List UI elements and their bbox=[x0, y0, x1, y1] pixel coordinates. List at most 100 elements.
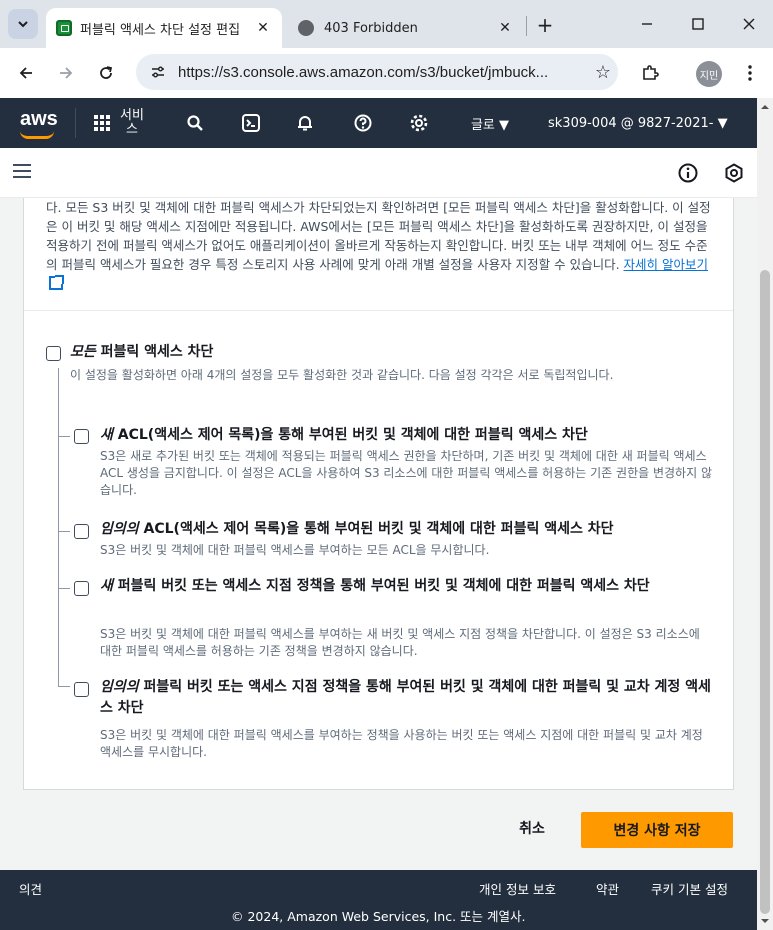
close-icon bbox=[743, 18, 755, 30]
aws-top-nav: aws 서비스 글로 ▼ sk309-004 @ 9827-2021- ▼ bbox=[0, 98, 757, 148]
close-window-button[interactable] bbox=[734, 12, 764, 36]
option-title-rest: ACL(액세스 제어 목록)을 통해 부여된 버킷 및 객체에 대한 퍼블릭 액… bbox=[138, 521, 614, 537]
tree-branch bbox=[58, 436, 70, 437]
grid-icon bbox=[94, 115, 110, 131]
option-title-rest: ACL(액세스 제어 목록)을 통해 부여된 버킷 및 객체에 대한 퍼블릭 액… bbox=[112, 427, 588, 443]
forward-button[interactable] bbox=[52, 59, 80, 87]
option-title-rest: 퍼블릭 버킷 또는 액세스 지점 정책을 통해 부여된 버킷 및 객체에 대한 … bbox=[100, 679, 711, 716]
option-any-acl-title[interactable]: 임의의 ACL(액세스 제어 목록)을 통해 부여된 버킷 및 객체에 대한 퍼… bbox=[100, 519, 700, 540]
region-selector[interactable]: 글로 ▼ bbox=[460, 98, 520, 148]
option-new-policy-description: S3은 버킷 및 객체에 대한 퍼블릭 액세스를 부여하는 새 버킷 및 액세스… bbox=[100, 627, 700, 658]
learn-more-label: 자세히 알아보기 bbox=[623, 257, 709, 272]
search-icon bbox=[187, 115, 203, 131]
scroll-down-arrow-icon[interactable] bbox=[757, 914, 773, 928]
cancel-button[interactable]: 취소 bbox=[507, 811, 557, 845]
terms-link[interactable]: 약관 bbox=[596, 879, 619, 898]
intro-text: 다. 모든 S3 버킷 및 객체에 대한 퍼블릭 액세스가 차단되었는지 확인하… bbox=[46, 200, 711, 272]
option-any-acl-checkbox[interactable] bbox=[74, 524, 89, 539]
cookie-preferences-link[interactable]: 쿠키 기본 설정 bbox=[651, 879, 728, 898]
bookmark-star-icon[interactable]: ☆ bbox=[588, 62, 618, 83]
option-new-acl-title[interactable]: 새 ACL(액세스 제어 목록)을 통해 부여된 버킷 및 객체에 대한 퍼블릭… bbox=[100, 425, 700, 446]
tab-title: 퍼블릭 액세스 차단 설정 편집 bbox=[80, 22, 241, 38]
back-button[interactable] bbox=[12, 59, 40, 87]
feedback-link[interactable]: 의견 bbox=[19, 879, 42, 898]
notifications-panel-button[interactable] bbox=[724, 163, 744, 187]
help-button[interactable] bbox=[348, 98, 378, 148]
option-title-em: 새 bbox=[100, 578, 113, 594]
privacy-link[interactable]: 개인 정보 보호 bbox=[479, 879, 556, 898]
tree-branch bbox=[58, 531, 70, 532]
block-all-title-em: 모든 bbox=[70, 344, 96, 360]
account-menu[interactable]: sk309-004 @ 9827-2021- ▼ bbox=[548, 98, 743, 148]
info-panel-button[interactable] bbox=[678, 163, 698, 187]
header-divider bbox=[75, 108, 76, 138]
option-title-em: 임의의 bbox=[100, 521, 139, 537]
address-bar[interactable]: https://s3.console.aws.amazon.com/s3/buc… bbox=[136, 54, 618, 90]
tree-branch bbox=[58, 686, 70, 687]
console-sub-header bbox=[0, 148, 757, 198]
tab-403-forbidden[interactable]: 403 Forbidden ✕ bbox=[288, 8, 524, 48]
block-all-title-rest: 퍼블릭 액세스 차단 bbox=[95, 344, 214, 360]
minimize-icon bbox=[642, 23, 652, 25]
bell-icon bbox=[298, 116, 312, 131]
option-any-policy-checkbox[interactable] bbox=[74, 682, 89, 697]
option-new-policy-checkbox[interactable] bbox=[74, 581, 89, 596]
save-changes-button[interactable]: 변경 사항 저장 bbox=[581, 812, 733, 848]
block-all-checkbox[interactable] bbox=[46, 346, 61, 361]
scrollbar-thumb[interactable] bbox=[760, 270, 770, 914]
url-text[interactable]: https://s3.console.aws.amazon.com/s3/buc… bbox=[178, 64, 588, 81]
option-any-policy-title[interactable]: 임의의 퍼블릭 버킷 또는 액세스 지점 정책을 통해 부여된 버킷 및 객체에… bbox=[100, 677, 714, 719]
external-link-icon bbox=[49, 275, 64, 290]
maximize-icon bbox=[692, 18, 704, 30]
tree-branch bbox=[58, 588, 70, 589]
block-all-title[interactable]: 모든 퍼블릭 액세스 차단 bbox=[70, 342, 213, 363]
globe-icon bbox=[298, 20, 314, 36]
arrow-right-icon bbox=[60, 67, 73, 79]
info-icon bbox=[678, 163, 698, 183]
settings-button[interactable] bbox=[404, 98, 434, 148]
close-icon[interactable]: ✕ bbox=[494, 17, 516, 39]
services-menu-button[interactable]: 서비스 bbox=[90, 98, 150, 148]
option-new-policy-title[interactable]: 새 퍼블릭 버킷 또는 액세스 지점 정책을 통해 부여된 버킷 및 객체에 대… bbox=[100, 576, 714, 597]
console-footer: 의견 개인 정보 보호 약관 쿠키 기본 설정 © 2024, Amazon W… bbox=[0, 870, 757, 930]
tab-title: 403 Forbidden bbox=[324, 20, 418, 36]
kebab-menu-icon bbox=[748, 65, 752, 81]
notifications-button[interactable] bbox=[290, 98, 320, 148]
option-new-acl-checkbox[interactable] bbox=[74, 429, 89, 444]
aws-logo-smile bbox=[20, 131, 54, 139]
tree-connector-line bbox=[58, 368, 59, 686]
maximize-button[interactable] bbox=[683, 12, 713, 36]
minimize-button[interactable] bbox=[632, 12, 662, 36]
profile-avatar[interactable]: 지민 bbox=[696, 61, 722, 87]
option-new-acl-description: S3은 새로 추가된 버킷 또는 객체에 적용되는 퍼블릭 액세스 권한을 차단… bbox=[100, 449, 712, 497]
puzzle-icon bbox=[643, 65, 659, 80]
search-button[interactable] bbox=[180, 98, 210, 148]
services-label: 서비스 bbox=[120, 108, 144, 137]
gear-icon bbox=[410, 114, 428, 132]
side-nav-toggle[interactable] bbox=[12, 162, 32, 184]
tab-separator bbox=[526, 16, 527, 36]
hamburger-menu-icon bbox=[13, 164, 31, 178]
tab-search-button[interactable] bbox=[8, 9, 38, 39]
scroll-up-arrow-icon[interactable] bbox=[757, 100, 773, 114]
new-tab-button[interactable]: + bbox=[532, 12, 558, 38]
reload-button[interactable] bbox=[92, 59, 120, 87]
intro-description: 다. 모든 S3 버킷 및 객체에 대한 퍼블릭 액세스가 차단되었는지 확인하… bbox=[46, 198, 716, 293]
tab-edit-public-access[interactable]: 퍼블릭 액세스 차단 설정 편집 ✕ bbox=[46, 8, 282, 48]
aws-logo[interactable]: aws bbox=[20, 108, 58, 131]
block-public-access-panel: 다. 모든 S3 버킷 및 객체에 대한 퍼블릭 액세스가 차단되었는지 확인하… bbox=[23, 198, 734, 790]
site-info-icon[interactable] bbox=[148, 62, 168, 82]
extensions-button[interactable] bbox=[636, 59, 664, 87]
cloudshell-button[interactable] bbox=[236, 98, 266, 148]
main-content: 다. 모든 S3 버킷 및 객체에 대한 퍼블릭 액세스가 차단되었는지 확인하… bbox=[0, 198, 757, 870]
copyright-text: © 2024, Amazon Web Services, Inc. 또는 계열사… bbox=[231, 909, 526, 924]
hexagon-settings-icon bbox=[725, 163, 743, 183]
option-any-acl-description: S3은 버킷 및 객체에 대한 퍼블릭 액세스를 부여하는 모든 ACL을 무시… bbox=[100, 543, 490, 557]
option-title-rest: 퍼블릭 버킷 또는 액세스 지점 정책을 통해 부여된 버킷 및 객체에 대한 … bbox=[112, 578, 650, 594]
help-icon bbox=[354, 114, 372, 132]
option-title-em: 임의의 bbox=[100, 679, 139, 695]
arrow-left-icon bbox=[19, 67, 32, 79]
block-all-description: 이 설정을 활성화하면 아래 4개의 설정을 모두 활성화한 것과 같습니다. … bbox=[70, 368, 614, 382]
close-icon[interactable]: ✕ bbox=[252, 17, 274, 39]
browser-menu-button[interactable] bbox=[736, 59, 764, 87]
